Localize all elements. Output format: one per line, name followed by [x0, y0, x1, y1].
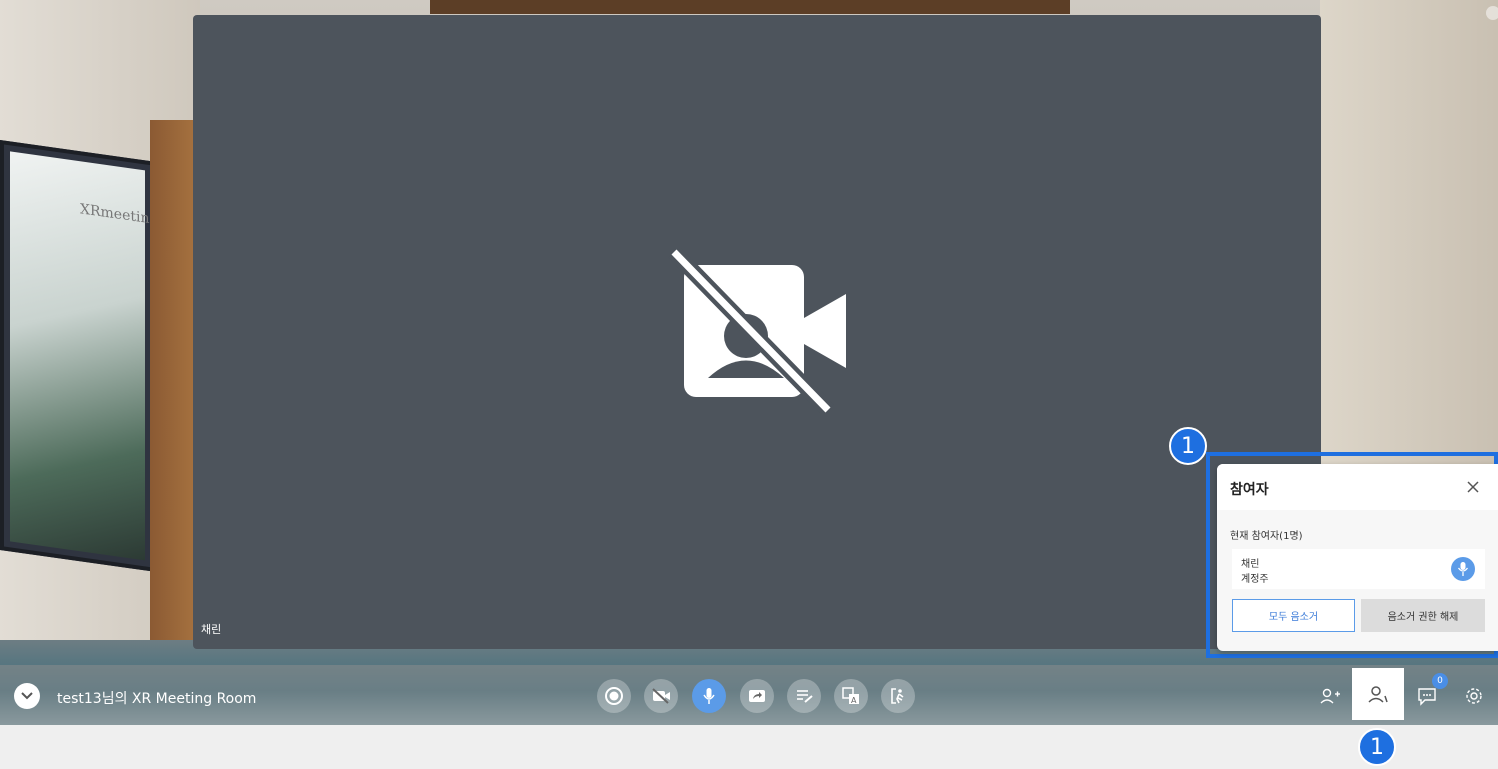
callout-marker-panel: 1: [1169, 427, 1207, 465]
participant-count-label: 현재 참여자(1명): [1230, 531, 1303, 542]
settings-button[interactable]: [1462, 684, 1486, 708]
camera-toggle-button[interactable]: [644, 679, 678, 713]
record-icon: [605, 687, 623, 705]
invite-button[interactable]: [1318, 684, 1342, 708]
participant-mic-button[interactable]: [1451, 557, 1475, 581]
translate-button[interactable]: A: [834, 679, 868, 713]
microphone-icon: [703, 688, 715, 704]
microphone-icon: [1457, 562, 1469, 576]
callout-marker-button: 1: [1358, 728, 1396, 766]
mute-all-button[interactable]: 모두 음소거: [1232, 599, 1355, 632]
participants-button[interactable]: [1352, 668, 1404, 720]
participant-row: 채린 계정주: [1232, 549, 1485, 589]
add-user-icon: [1320, 688, 1340, 704]
close-button[interactable]: [1462, 476, 1484, 498]
translate-icon: A: [842, 687, 859, 705]
release-mute-permission-button[interactable]: 음소거 권한 해제: [1361, 599, 1485, 632]
participant-role: 계정주: [1241, 574, 1269, 585]
camera-off-icon: [652, 688, 670, 704]
camera-off-icon: [668, 248, 846, 413]
svg-text:A: A: [851, 696, 857, 705]
panel-title: 참여자: [1230, 482, 1269, 498]
notes-edit-icon: [797, 690, 813, 703]
chevron-down-icon: [21, 692, 33, 700]
screen-share-button[interactable]: [740, 679, 774, 713]
exit-icon: [891, 688, 904, 704]
participant-name: 채린: [1241, 559, 1260, 570]
tv-screen: XRmeeting: [10, 151, 158, 561]
wood-panel: [150, 120, 195, 665]
tv-logo-text: XRmeeting: [80, 201, 159, 229]
share-screen-icon: [749, 690, 765, 702]
collapse-button[interactable]: [14, 683, 40, 709]
room-title: test13님의 XR Meeting Room: [57, 691, 257, 707]
mic-toggle-button[interactable]: [692, 679, 726, 713]
participants-panel: 참여자 현재 참여자(1명) 채린 계정주 모두 음소거 음소거 권한 해제: [1217, 464, 1498, 651]
record-button[interactable]: [597, 679, 631, 713]
panel-header: 참여자: [1217, 464, 1498, 510]
exit-button[interactable]: [881, 679, 915, 713]
close-icon: [1467, 481, 1479, 493]
chat-icon: [1418, 688, 1436, 706]
ceiling-beam: [430, 0, 1070, 14]
video-participant-name: 채린: [201, 623, 222, 636]
corner-status-icon[interactable]: [1486, 6, 1498, 20]
wall-tv: XRmeeting: [0, 140, 158, 572]
notes-button[interactable]: [787, 679, 821, 713]
participants-icon: [1368, 686, 1388, 703]
chat-count-badge: 0: [1432, 673, 1448, 689]
gear-icon: [1466, 688, 1482, 704]
